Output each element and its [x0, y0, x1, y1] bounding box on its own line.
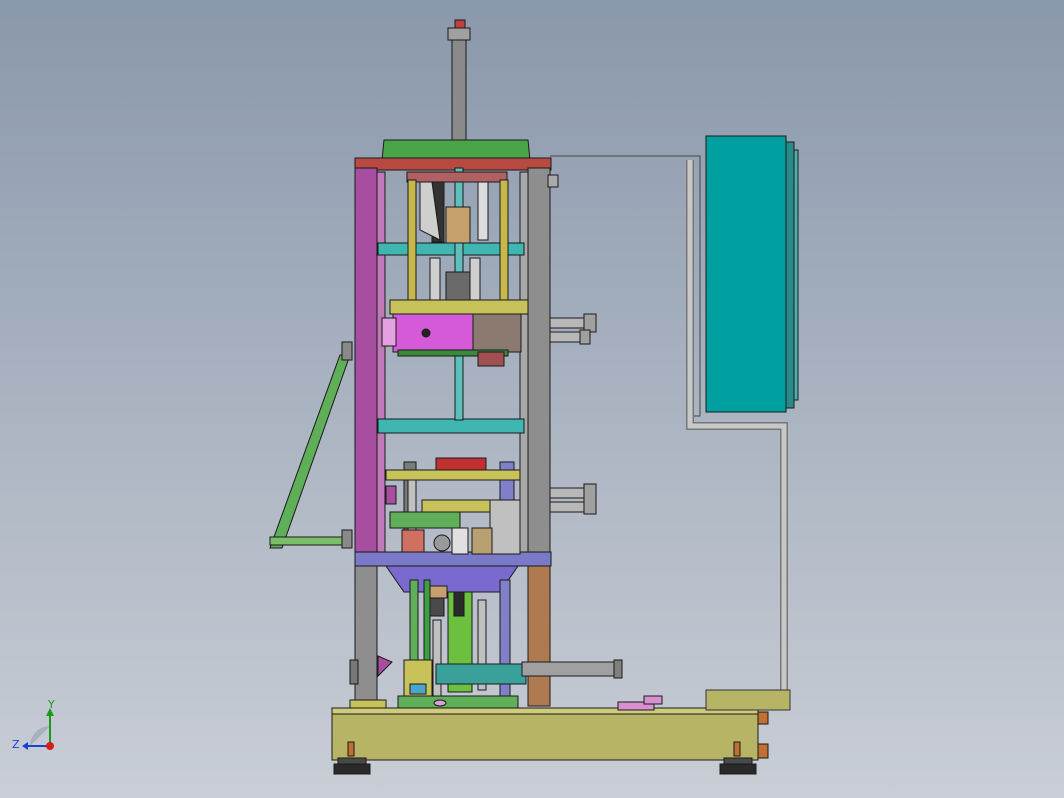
- control-cabinet[interactable]: [705, 135, 799, 413]
- x-axis-marker: [46, 742, 54, 750]
- y-axis-label: Y: [47, 698, 55, 711]
- lower-press-unit[interactable]: [385, 457, 521, 555]
- z-axis-label: Z: [12, 738, 20, 751]
- cad-viewport[interactable]: Y Z: [0, 0, 1064, 798]
- cad-model-view[interactable]: Y Z: [0, 0, 1064, 798]
- top-plate: [354, 139, 552, 171]
